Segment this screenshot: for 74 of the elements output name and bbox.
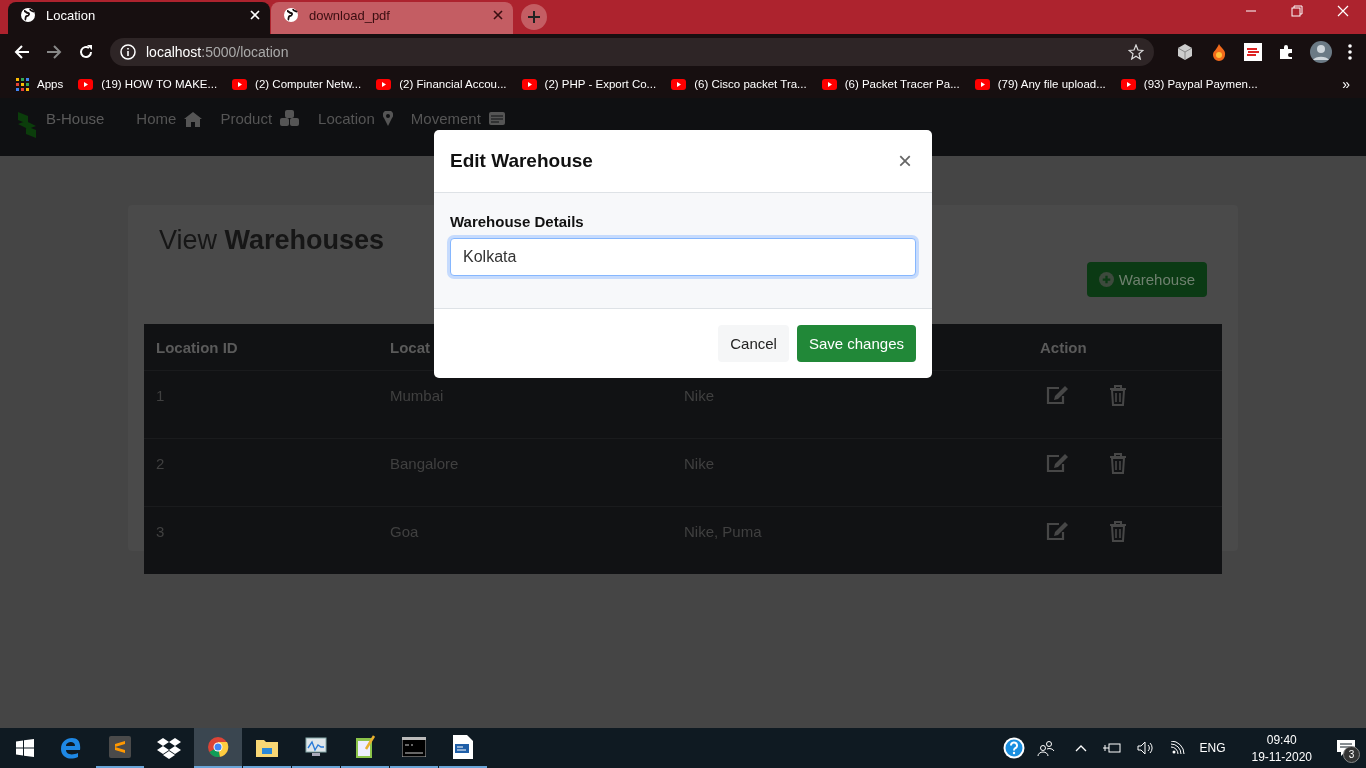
bookmark[interactable]: (19) HOW TO MAKE...	[78, 78, 218, 90]
play-icon	[671, 78, 687, 90]
taskbar-chrome-button[interactable]	[194, 728, 242, 768]
bookmark[interactable]: (2) Financial Accou...	[376, 78, 507, 90]
clock[interactable]: 09:40 19-11-2020	[1251, 732, 1312, 764]
notepad-icon	[354, 735, 376, 759]
address-bar[interactable]: localhost:5000/location	[110, 38, 1154, 66]
column-header: Action	[1040, 338, 1088, 356]
plus-icon	[528, 11, 540, 23]
apps-grid-icon	[16, 77, 29, 91]
wifi-icon[interactable]	[1169, 741, 1186, 755]
bookmark[interactable]: (6) Cisco packet Tra...	[671, 78, 807, 90]
play-icon	[376, 78, 392, 90]
field-label: Warehouse Details	[450, 213, 585, 230]
bookmark[interactable]: (6) Packet Tracer Pa...	[821, 78, 960, 90]
cancel-button[interactable]: Cancel	[718, 325, 789, 362]
globe-icon	[20, 7, 36, 23]
play-icon	[521, 78, 537, 90]
open-box-icon	[157, 737, 181, 759]
forward-icon[interactable]	[46, 44, 62, 60]
bookmark[interactable]: (2) Computer Netw...	[232, 78, 362, 90]
people-icon[interactable]	[1037, 740, 1056, 756]
speaker-icon[interactable]	[1137, 741, 1154, 755]
avatar-icon[interactable]	[1310, 41, 1332, 63]
battery-plug-icon[interactable]	[1103, 742, 1122, 754]
windows-start-icon[interactable]	[16, 739, 34, 757]
document-icon	[453, 735, 473, 759]
warehouse-input-field[interactable]: Kolkata	[450, 238, 916, 276]
browser-logo-icon	[207, 736, 229, 758]
play-icon	[232, 78, 248, 90]
terminal-icon	[402, 737, 426, 757]
puzzle-icon[interactable]	[1278, 44, 1294, 60]
bookmark[interactable]: (79) Any file upload...	[974, 78, 1106, 90]
folder-icon	[256, 737, 278, 757]
house-icon	[184, 110, 203, 127]
card-icon	[488, 112, 505, 125]
notification-count: 3	[1343, 746, 1360, 763]
menu-icon[interactable]	[1348, 44, 1352, 60]
browser-tab[interactable]: download_pdf	[271, 2, 513, 34]
cube-icon[interactable]	[1176, 43, 1194, 61]
browser-tab[interactable]: Location	[8, 2, 270, 34]
save-button[interactable]: Save changes	[796, 325, 916, 362]
globe-icon	[283, 7, 299, 23]
help-icon[interactable]	[1003, 737, 1026, 759]
restore-icon[interactable]	[1291, 5, 1303, 17]
letter-e-icon	[60, 737, 82, 759]
new-tab-button[interactable]	[521, 4, 547, 30]
bookmark[interactable]: (2) PHP - Export Co...	[521, 78, 657, 90]
bookmark[interactable]: Apps	[16, 77, 64, 91]
monitor-chart-icon	[304, 736, 328, 758]
extension-logo-icon[interactable]	[1244, 43, 1262, 61]
play-icon	[1120, 78, 1136, 90]
bookmark[interactable]: (93) Paypal Paymen...	[1120, 78, 1258, 90]
reload-icon[interactable]	[78, 44, 94, 60]
play-icon	[974, 78, 990, 90]
back-icon[interactable]	[14, 44, 30, 60]
brand-logo-icon	[16, 110, 38, 140]
column-header: Locat	[390, 338, 431, 356]
notification-center-button[interactable]: 3	[1326, 728, 1366, 768]
close-button[interactable]: ×	[894, 147, 916, 175]
more-bookmarks[interactable]: »	[1342, 76, 1350, 92]
map-pin-icon	[382, 111, 393, 126]
star-icon[interactable]	[1128, 44, 1144, 60]
cubes-icon	[280, 110, 301, 127]
chevron-up-icon[interactable]	[1075, 744, 1088, 752]
plus-circle-icon	[1098, 272, 1114, 287]
url-text: localhost:5000/location	[146, 44, 289, 60]
dialog-title: Edit Warehouse	[450, 150, 593, 172]
info-icon	[120, 44, 136, 60]
column-header: Location ID	[156, 338, 239, 356]
language-indicator[interactable]: ENG	[1199, 741, 1226, 755]
play-icon	[821, 78, 837, 90]
play-icon	[78, 78, 94, 90]
flame-icon[interactable]	[1210, 43, 1228, 61]
